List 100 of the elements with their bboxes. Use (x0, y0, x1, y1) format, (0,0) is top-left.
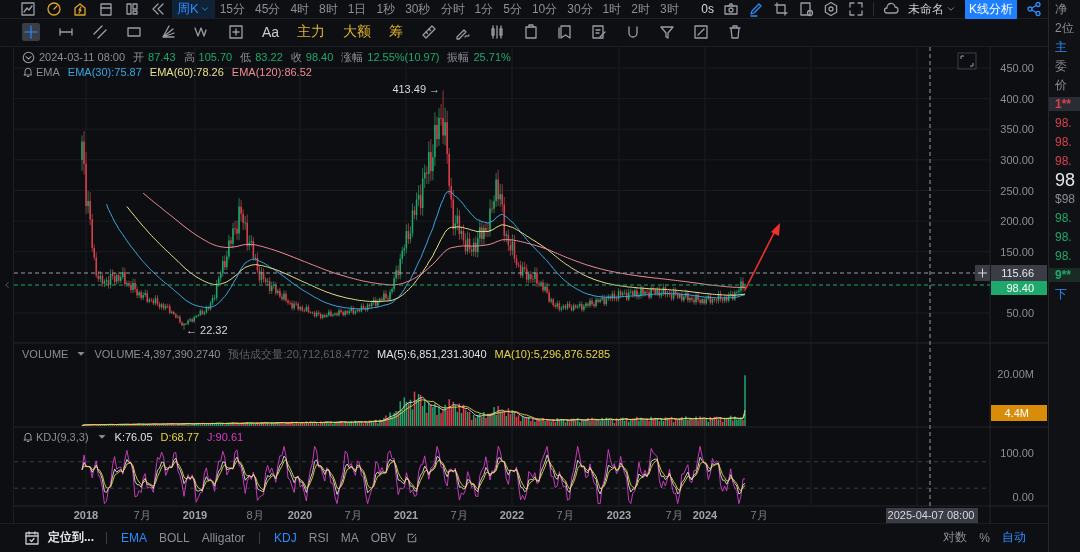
side-panel-text: 98. (1054, 154, 1073, 168)
kdj-value: K:76.05 (114, 430, 153, 443)
interval-tab[interactable]: 10分 (526, 0, 563, 18)
ema-value: EMA(30):75.87 (67, 65, 142, 78)
x-axis-label: 8月 (246, 508, 264, 521)
legend-label: 收 (290, 49, 302, 65)
interval-tab[interactable]: 45分 (250, 0, 286, 18)
legend-label: 低 (240, 49, 252, 65)
kdj-axis-label: 100.00 (1000, 446, 1034, 459)
low-price-label: ← 22.32 (186, 323, 228, 336)
pane-title[interactable]: VOLUME (22, 348, 69, 360)
volume-ma-value: MA(5):6,851,231.3040 (377, 348, 487, 360)
price-axis-label: 450.00 (1000, 61, 1034, 74)
side-panel-text: 9** (1049, 268, 1080, 282)
x-axis-label: 2020 (287, 508, 313, 521)
interval-tab[interactable]: 1分 (469, 0, 499, 18)
x-axis-label: 7月 (344, 508, 362, 521)
price-axis-label: 300.00 (1000, 153, 1034, 166)
interval-tab[interactable]: 8时 (314, 0, 343, 18)
side-panel-text: 价 (1054, 78, 1068, 92)
indicator-tab[interactable]: BOLL (157, 530, 192, 545)
volume-axis-label: 20.00M (997, 367, 1034, 380)
scale-option[interactable]: 自动 (1000, 529, 1028, 547)
interval-tab[interactable]: 30秒 (400, 0, 436, 18)
indicator-tab[interactable]: Alligator (199, 530, 248, 545)
side-panel-text: 98. (1054, 116, 1073, 130)
volume-tag-text: 4.4M (1004, 406, 1029, 419)
feature-tool-button[interactable]: 大额 (343, 23, 372, 42)
interval-tab[interactable]: 周K (172, 0, 215, 18)
x-axis-label: 7月 (665, 508, 683, 521)
x-axis-label: 2019 (182, 508, 208, 521)
x-axis-label: 2018 (73, 508, 99, 521)
interval-tab[interactable]: 2时 (626, 0, 655, 18)
interval-tab[interactable]: 5分 (498, 0, 527, 18)
interval-tab[interactable]: 1秒 (371, 0, 401, 18)
kdj-axis-label: 0.00 (1012, 490, 1034, 503)
price-axis-label: 150.00 (1000, 245, 1034, 258)
legend-value: 87.43 (148, 51, 176, 63)
side-panel-text: 委 (1054, 59, 1068, 73)
interval-tab[interactable]: 1日 (342, 0, 372, 18)
crosshair-price-text: 115.66 (1001, 266, 1034, 279)
side-panel-text: 下 (1054, 287, 1068, 301)
volume-value: VOLUME:4,397,390.2740 (94, 348, 221, 360)
ema-value: EMA(120):86.52 (231, 65, 312, 78)
legend-value: 25.71% (473, 51, 511, 63)
price-axis-label: 50.00 (1006, 306, 1034, 319)
x-axis-label: 7月 (450, 508, 468, 521)
legend-value: 83.22 (255, 51, 283, 63)
legend-label: 开 (133, 49, 145, 65)
interval-tab[interactable]: 3时 (654, 0, 684, 18)
side-panel-text: 98. (1054, 230, 1073, 244)
crosshair-time-label: 2025-04-07 08:00 (886, 507, 978, 523)
indicator-tab[interactable]: RSI (306, 530, 331, 545)
analysis-button[interactable]: K线分析 (965, 0, 1017, 20)
interval-tab[interactable]: 4时 (285, 0, 315, 18)
side-panel-text: 1** (1049, 97, 1080, 111)
legend-label: 涨幅 (341, 49, 364, 65)
legend-label: 高 (183, 49, 195, 65)
kdj-value: D:68.77 (160, 430, 200, 443)
indicator-name[interactable]: EMA (36, 65, 60, 78)
side-panel-text: 主 (1054, 40, 1068, 54)
indicator-tab[interactable]: MA (338, 530, 361, 545)
interval-tab[interactable]: 30分 (562, 0, 598, 18)
legend-datetime: 2024-03-11 08:00 (39, 51, 126, 63)
x-axis-label: 2023 (606, 508, 632, 521)
pane-title[interactable]: KDJ(9,3,3) (36, 430, 89, 443)
price-axis-label: 400.00 (1000, 92, 1034, 105)
last-price-text: 98.40 (1006, 281, 1034, 294)
indicator-tab[interactable]: OBV (368, 530, 399, 545)
side-panel-text: 98. (1054, 211, 1073, 225)
text-tool-button[interactable]: Aa (262, 24, 280, 41)
side-panel-text: 净 (1054, 2, 1068, 16)
interval-tab[interactable]: 分时 (435, 0, 470, 18)
price-axis-label: 350.00 (1000, 122, 1034, 135)
x-axis-label: 2022 (499, 508, 525, 521)
legend-label: 振幅 (447, 49, 470, 65)
high-price-label: 413.49 → (392, 82, 441, 95)
x-axis-label: 7月 (556, 508, 574, 521)
feature-tool-button[interactable]: 主力 (297, 23, 326, 42)
interval-tab[interactable]: 15分 (214, 0, 251, 18)
x-axis-label: 7月 (750, 508, 768, 521)
locate-button[interactable]: 定位到... (48, 529, 94, 547)
scale-option[interactable]: % (977, 530, 992, 545)
interval-tab[interactable]: 1时 (597, 0, 627, 18)
scale-option[interactable]: 对数 (941, 529, 970, 547)
feature-tool-button[interactable]: 筹 (389, 23, 404, 42)
price-axis-label: 250.00 (1000, 184, 1034, 196)
side-panel-text: 98. (1054, 249, 1073, 263)
layout-name[interactable]: 未命名 (908, 0, 944, 18)
timer-text: 0s (701, 2, 714, 16)
x-axis-label: 7月 (133, 508, 151, 521)
volume-ma-value: MA(10):5,296,876.5285 (494, 348, 611, 360)
side-panel-text: 98 (1054, 173, 1077, 187)
ema-value: EMA(60):78.26 (149, 65, 224, 78)
volume-estimate: 预估成交量:20,712,618.4772 (228, 346, 370, 362)
indicator-tab[interactable]: EMA (119, 530, 150, 545)
kdj-value: J:90.61 (207, 430, 244, 443)
indicator-tab[interactable]: KDJ (272, 530, 299, 545)
side-panel-text: 98. (1054, 135, 1073, 149)
legend-value: 12.55%(10.97) (367, 51, 440, 63)
